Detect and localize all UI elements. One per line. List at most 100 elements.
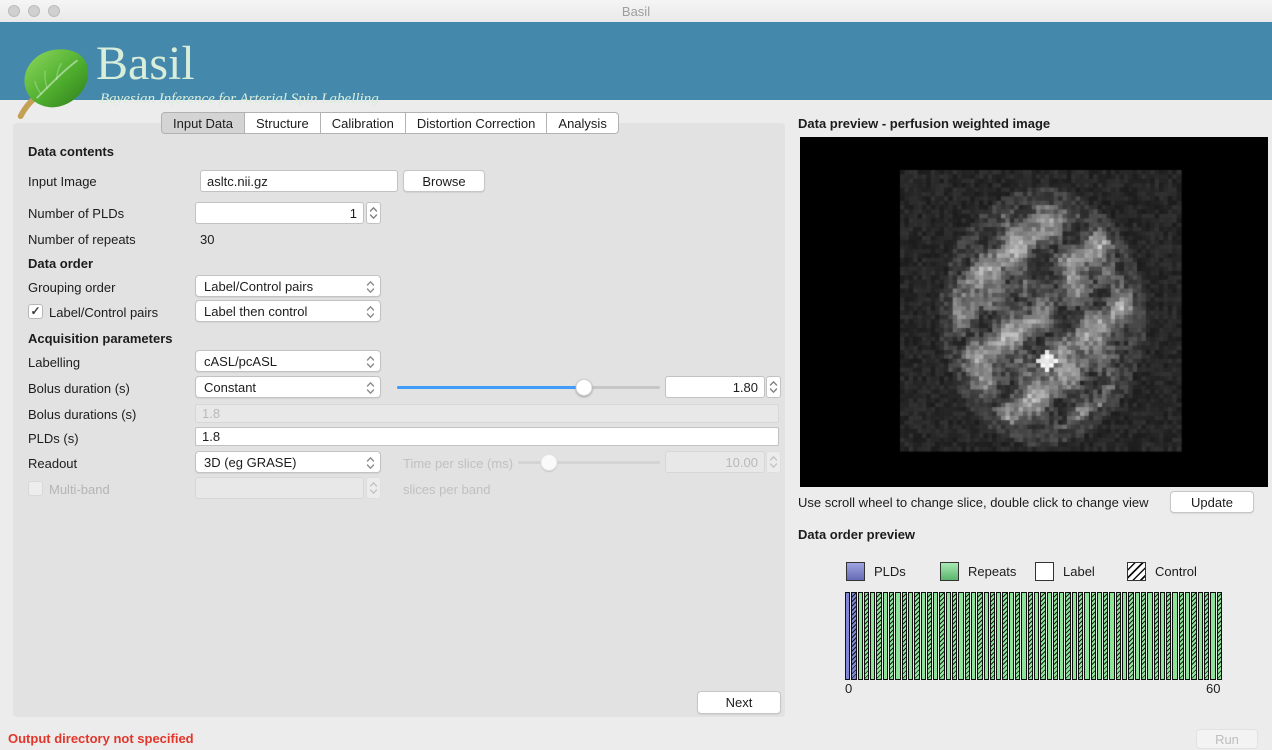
order-bar bbox=[1015, 592, 1020, 680]
multiband-checkbox bbox=[28, 481, 43, 496]
grouping-order-value: Label/Control pairs bbox=[204, 279, 313, 294]
bolus-duration-stepper[interactable] bbox=[766, 376, 781, 398]
order-bar bbox=[1103, 592, 1108, 680]
tab-distortion-correction[interactable]: Distortion Correction bbox=[406, 112, 548, 134]
updown-chevrons-icon bbox=[366, 280, 375, 294]
readout-label: Readout bbox=[28, 456, 77, 471]
data-order-heading: Data order bbox=[28, 256, 93, 271]
axis-min-label: 0 bbox=[845, 681, 852, 696]
label-control-pairs-label: Label/Control pairs bbox=[49, 305, 158, 320]
app-title: Basil bbox=[96, 40, 195, 88]
slider-knob[interactable] bbox=[575, 379, 592, 396]
order-bar bbox=[1198, 592, 1203, 680]
grouping-order-select[interactable]: Label/Control pairs bbox=[195, 275, 381, 297]
order-bar bbox=[939, 592, 944, 680]
updown-chevrons-icon bbox=[769, 380, 778, 394]
multiband-field bbox=[195, 477, 364, 499]
order-bar bbox=[1091, 592, 1096, 680]
slider-knob bbox=[541, 454, 558, 471]
order-bar bbox=[845, 592, 850, 680]
tab-analysis[interactable]: Analysis bbox=[547, 112, 618, 134]
label-control-pairs-checkbox[interactable] bbox=[28, 304, 43, 319]
tab-structure[interactable]: Structure bbox=[245, 112, 321, 134]
order-bar bbox=[1084, 592, 1089, 680]
order-bar bbox=[1116, 592, 1121, 680]
num-plds-field[interactable] bbox=[195, 202, 364, 224]
order-bar bbox=[1179, 592, 1184, 680]
input-image-label: Input Image bbox=[28, 174, 97, 189]
acquisition-heading: Acquisition parameters bbox=[28, 331, 173, 346]
order-bar bbox=[1034, 592, 1039, 680]
order-bar bbox=[1191, 592, 1196, 680]
order-bar bbox=[914, 592, 919, 680]
multiband-stepper bbox=[366, 477, 381, 499]
legend-swatch-plds bbox=[846, 562, 865, 581]
label-control-order-select[interactable]: Label then control bbox=[195, 300, 381, 322]
time-per-slice-stepper bbox=[766, 451, 781, 473]
update-button[interactable]: Update bbox=[1170, 491, 1254, 513]
order-bar bbox=[889, 592, 894, 680]
order-bar bbox=[1097, 592, 1102, 680]
next-button[interactable]: Next bbox=[697, 691, 781, 714]
legend-swatch-repeats bbox=[940, 562, 959, 581]
multiband-label: Multi-band bbox=[49, 482, 110, 497]
legend-swatch-control bbox=[1127, 562, 1146, 581]
order-bar bbox=[1141, 592, 1146, 680]
grouping-order-label: Grouping order bbox=[28, 280, 115, 295]
order-bar bbox=[1021, 592, 1026, 680]
updown-chevrons-icon bbox=[366, 305, 375, 319]
readout-select[interactable]: 3D (eg GRASE) bbox=[195, 451, 381, 473]
tab-input-data[interactable]: Input Data bbox=[161, 112, 245, 134]
labelling-select[interactable]: cASL/pcASL bbox=[195, 350, 381, 372]
order-bar bbox=[1122, 592, 1127, 680]
order-bar bbox=[864, 592, 869, 680]
tab-calibration[interactable]: Calibration bbox=[321, 112, 406, 134]
run-button: Run bbox=[1196, 729, 1258, 749]
order-bar bbox=[902, 592, 907, 680]
order-bar bbox=[876, 592, 881, 680]
legend-label-repeats: Repeats bbox=[968, 564, 1016, 579]
perfusion-image-canvas[interactable] bbox=[800, 137, 1268, 487]
bolus-durations-label: Bolus durations (s) bbox=[28, 407, 136, 422]
data-order-preview-title: Data order preview bbox=[798, 527, 915, 542]
num-plds-stepper[interactable] bbox=[366, 202, 381, 224]
updown-chevrons-icon bbox=[366, 456, 375, 470]
data-contents-heading: Data contents bbox=[28, 144, 114, 159]
order-bar bbox=[883, 592, 888, 680]
plds-label: PLDs (s) bbox=[28, 431, 79, 446]
order-bar bbox=[996, 592, 1001, 680]
plds-field[interactable] bbox=[195, 427, 779, 446]
preview-hint: Use scroll wheel to change slice, double… bbox=[798, 495, 1148, 510]
order-bar bbox=[984, 592, 989, 680]
input-image-field[interactable] bbox=[200, 170, 398, 192]
order-bar bbox=[971, 592, 976, 680]
bolus-duration-mode-select[interactable]: Constant bbox=[195, 376, 381, 398]
bolus-duration-mode-value: Constant bbox=[204, 380, 256, 395]
legend-swatch-label bbox=[1035, 562, 1054, 581]
labelling-value: cASL/pcASL bbox=[204, 354, 277, 369]
tab-bar: Input Data Structure Calibration Distort… bbox=[161, 112, 619, 134]
order-bar bbox=[990, 592, 995, 680]
order-bar bbox=[908, 592, 913, 680]
order-bar bbox=[946, 592, 951, 680]
order-bar bbox=[1210, 592, 1215, 680]
browse-button[interactable]: Browse bbox=[403, 170, 485, 192]
num-repeats-value: 30 bbox=[200, 232, 214, 247]
order-bar bbox=[870, 592, 875, 680]
legend-label-label: Label bbox=[1063, 564, 1095, 579]
bolus-duration-slider[interactable] bbox=[397, 376, 660, 398]
order-bar bbox=[965, 592, 970, 680]
slices-per-band-label: slices per band bbox=[403, 482, 490, 497]
order-bar bbox=[1135, 592, 1140, 680]
order-bar bbox=[895, 592, 900, 680]
slider-fill bbox=[397, 386, 584, 389]
order-bar bbox=[1172, 592, 1177, 680]
bolus-duration-value-field[interactable] bbox=[665, 376, 765, 398]
legend-label-plds: PLDs bbox=[874, 564, 906, 579]
order-bar bbox=[1147, 592, 1152, 680]
order-bar bbox=[1128, 592, 1133, 680]
order-bar bbox=[1040, 592, 1045, 680]
order-bar bbox=[1166, 592, 1171, 680]
legend-label-control: Control bbox=[1155, 564, 1197, 579]
bolus-durations-field bbox=[195, 404, 779, 423]
